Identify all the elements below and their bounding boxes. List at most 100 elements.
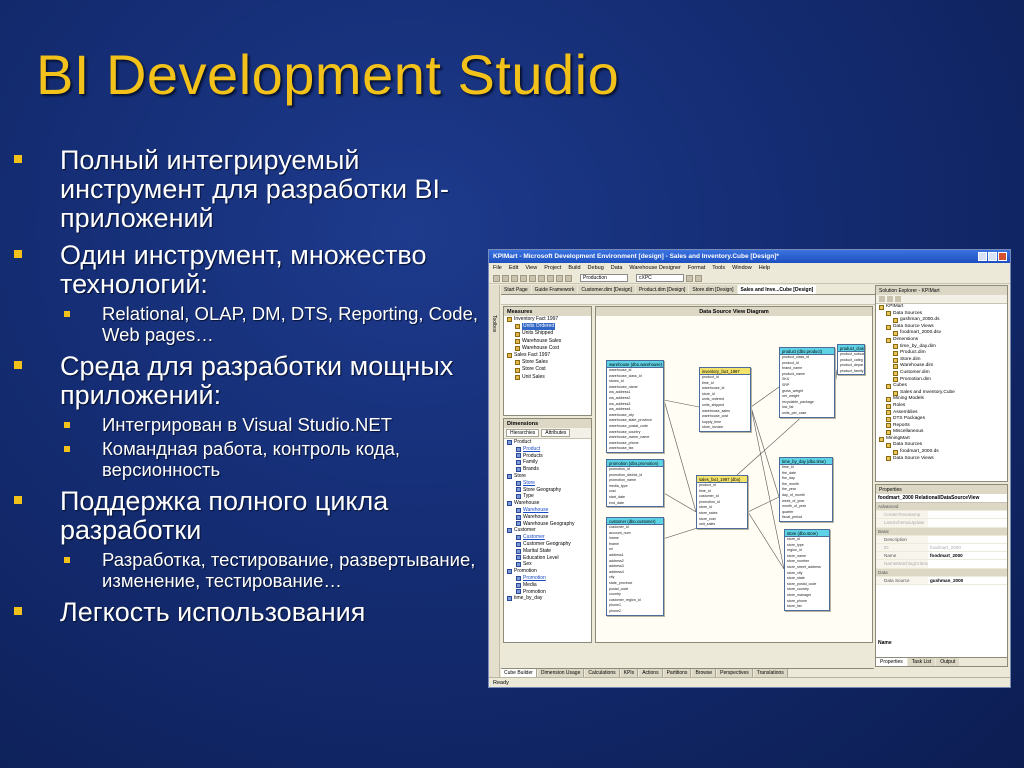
solution-tree-item[interactable]: Customer.dim [876, 370, 1007, 377]
property-row[interactable]: NameMatchingCriteria [876, 560, 1007, 569]
menu-item[interactable]: Help [759, 265, 770, 271]
minimize-icon[interactable] [978, 252, 987, 261]
menu-item[interactable]: Format [688, 265, 705, 271]
refresh-icon[interactable] [895, 296, 901, 302]
dimension-tree-item[interactable]: Promotion [504, 568, 591, 575]
solution-tree-item[interactable]: Roles [876, 403, 1007, 410]
dimension-tree-item[interactable]: Family [504, 459, 591, 466]
dimension-tree-item[interactable]: time_by_day [504, 595, 591, 602]
designer-tab[interactable]: Partitions [663, 669, 692, 677]
solution-tree-item[interactable]: time_by_day.dim [876, 344, 1007, 351]
dimension-tree-item[interactable]: Type [504, 493, 591, 500]
properties-window-tab[interactable]: Task List [907, 658, 936, 666]
designer-tab[interactable]: Translations [753, 669, 788, 677]
designer-tab[interactable]: Cube Builder [501, 669, 537, 677]
dimension-tree-item[interactable]: Marital State [504, 548, 591, 555]
dimension-tree-item[interactable]: Store [504, 473, 591, 480]
solution-tree-item[interactable]: Mining Models [876, 396, 1007, 403]
property-row[interactable]: LastSchemaUpdate [876, 519, 1007, 528]
dimension-tree-item[interactable]: Brands [504, 466, 591, 473]
show-all-icon[interactable] [887, 296, 893, 302]
platform-combo[interactable]: cXPC [636, 274, 684, 282]
dimension-tree-item[interactable]: Store Geography [504, 487, 591, 494]
property-row[interactable]: Basic [876, 527, 1007, 536]
open-icon[interactable] [502, 274, 509, 282]
dsv-table[interactable]: product (dbo.product) product_class_id pro… [779, 347, 835, 418]
find-icon[interactable] [686, 274, 693, 282]
designer-tab[interactable]: KPIs [620, 669, 639, 677]
dsv-table[interactable]: promotion (dbo.promotion) promotion_id pro… [606, 459, 664, 508]
document-tab[interactable]: Sales and Inve...Cube [Design] [737, 285, 817, 294]
cut-icon[interactable] [520, 274, 527, 282]
menu-item[interactable]: Debug [588, 265, 604, 271]
measure-tree-item[interactable]: Store Cost [504, 366, 591, 373]
menu-item[interactable]: Data [611, 265, 623, 271]
measure-tree-item[interactable]: Units Shipped [504, 330, 591, 337]
menu-item[interactable]: View [525, 265, 537, 271]
paste-icon[interactable] [538, 274, 545, 282]
solution-tree-item[interactable]: Store.dim [876, 357, 1007, 364]
solution-tree-item[interactable]: Dimensions [876, 337, 1007, 344]
measure-tree-item[interactable]: Units Ordered [504, 323, 591, 331]
measure-tree-item[interactable]: Unit Sales [504, 374, 591, 381]
document-tab[interactable]: Guide Framework [531, 285, 578, 294]
property-row[interactable]: Description [876, 535, 1007, 545]
save-icon[interactable] [511, 274, 518, 282]
property-row[interactable]: Advanced [876, 503, 1007, 512]
dimension-tree-item[interactable]: Sex [504, 561, 591, 568]
configuration-combo[interactable]: Production [580, 274, 628, 282]
designer-tab[interactable]: Actions [639, 669, 663, 677]
measure-tree-item[interactable]: Inventory Fact 1997 [504, 316, 591, 323]
menu-item[interactable]: Warehouse Designer [629, 265, 680, 271]
document-tab[interactable]: Store.dim [Design] [689, 285, 737, 294]
properties-object-selector[interactable]: foodmart_2000 Relational/DataSourceView [876, 494, 1007, 503]
dimension-tree-item[interactable]: Warehouse [504, 514, 591, 521]
dimension-tree-item[interactable]: Promotion [504, 589, 591, 596]
menu-item[interactable]: Build [568, 265, 580, 271]
redo-icon[interactable] [556, 274, 563, 282]
property-row[interactable]: Data Source gushman_2000 [876, 576, 1007, 586]
new-project-icon[interactable] [493, 274, 500, 282]
copy-icon[interactable] [529, 274, 536, 282]
properties-window-tab[interactable]: Output [936, 658, 960, 666]
solution-tree-item[interactable]: Data Source Views [876, 324, 1007, 331]
dimension-tree-item[interactable]: Education Level [504, 555, 591, 562]
dimension-tree-item[interactable]: Customer Geography [504, 541, 591, 548]
dsv-table[interactable]: customer (dbo.customer) customer_id accoun… [606, 517, 664, 616]
menu-item[interactable]: Window [732, 265, 752, 271]
dimension-tree-item[interactable]: Warehouse Geography [504, 521, 591, 528]
properties-icon[interactable] [879, 296, 885, 302]
solution-tree-item[interactable]: Product.dim [876, 350, 1007, 357]
dimension-tree-item[interactable]: Promotion [504, 575, 591, 582]
properties-icon[interactable] [695, 274, 702, 282]
document-tab[interactable]: Start Page [501, 285, 531, 294]
dsv-table[interactable]: time_by_day (dbo.time) time_id the_date the… [779, 457, 833, 522]
menu-item[interactable]: Edit [509, 265, 518, 271]
designer-tab[interactable]: Perspectives [717, 669, 753, 677]
designer-tab[interactable]: Dimension Usage [537, 669, 585, 677]
solution-tree-item[interactable]: KPIMart [876, 304, 1007, 311]
solution-tree-item[interactable]: Data Source Views [876, 456, 1007, 463]
dsv-table[interactable]: sales_fact_1997 (dbo) product_id time_id cu… [696, 475, 748, 529]
dimensions-tab[interactable]: Attributes [541, 429, 571, 437]
dimension-tree-item[interactable]: Customer [504, 534, 591, 541]
measure-tree-item[interactable]: Warehouse Cost [504, 345, 591, 352]
solution-tree-item[interactable]: Miscellaneous [876, 429, 1007, 436]
properties-window-tab[interactable]: Properties [876, 658, 907, 666]
dimension-tree-item[interactable]: Media [504, 582, 591, 589]
dimension-tree-item[interactable]: Warehouse [504, 500, 591, 507]
solution-tree-item[interactable]: Cubes [876, 383, 1007, 390]
dimension-tree-item[interactable]: Store [504, 480, 591, 487]
property-row[interactable]: CreateTimestamp [876, 511, 1007, 520]
dimension-tree-item[interactable]: Products [504, 453, 591, 460]
maximize-icon[interactable] [988, 252, 997, 261]
designer-tab[interactable]: Browse [692, 669, 717, 677]
dimension-tree-item[interactable]: Product [504, 439, 591, 446]
dsv-table[interactable]: product_class product_subcat product_categ… [837, 344, 865, 376]
solution-tree-item[interactable]: foodmart_2000.ds [876, 449, 1007, 456]
menu-item[interactable]: Project [544, 265, 561, 271]
property-row[interactable]: Name foodmart_2000 [876, 552, 1007, 561]
measure-tree-item[interactable]: Warehouse Sales [504, 338, 591, 345]
document-tab[interactable]: Product.dim [Design] [635, 285, 689, 294]
dimension-tree-item[interactable]: Warehouse [504, 507, 591, 514]
